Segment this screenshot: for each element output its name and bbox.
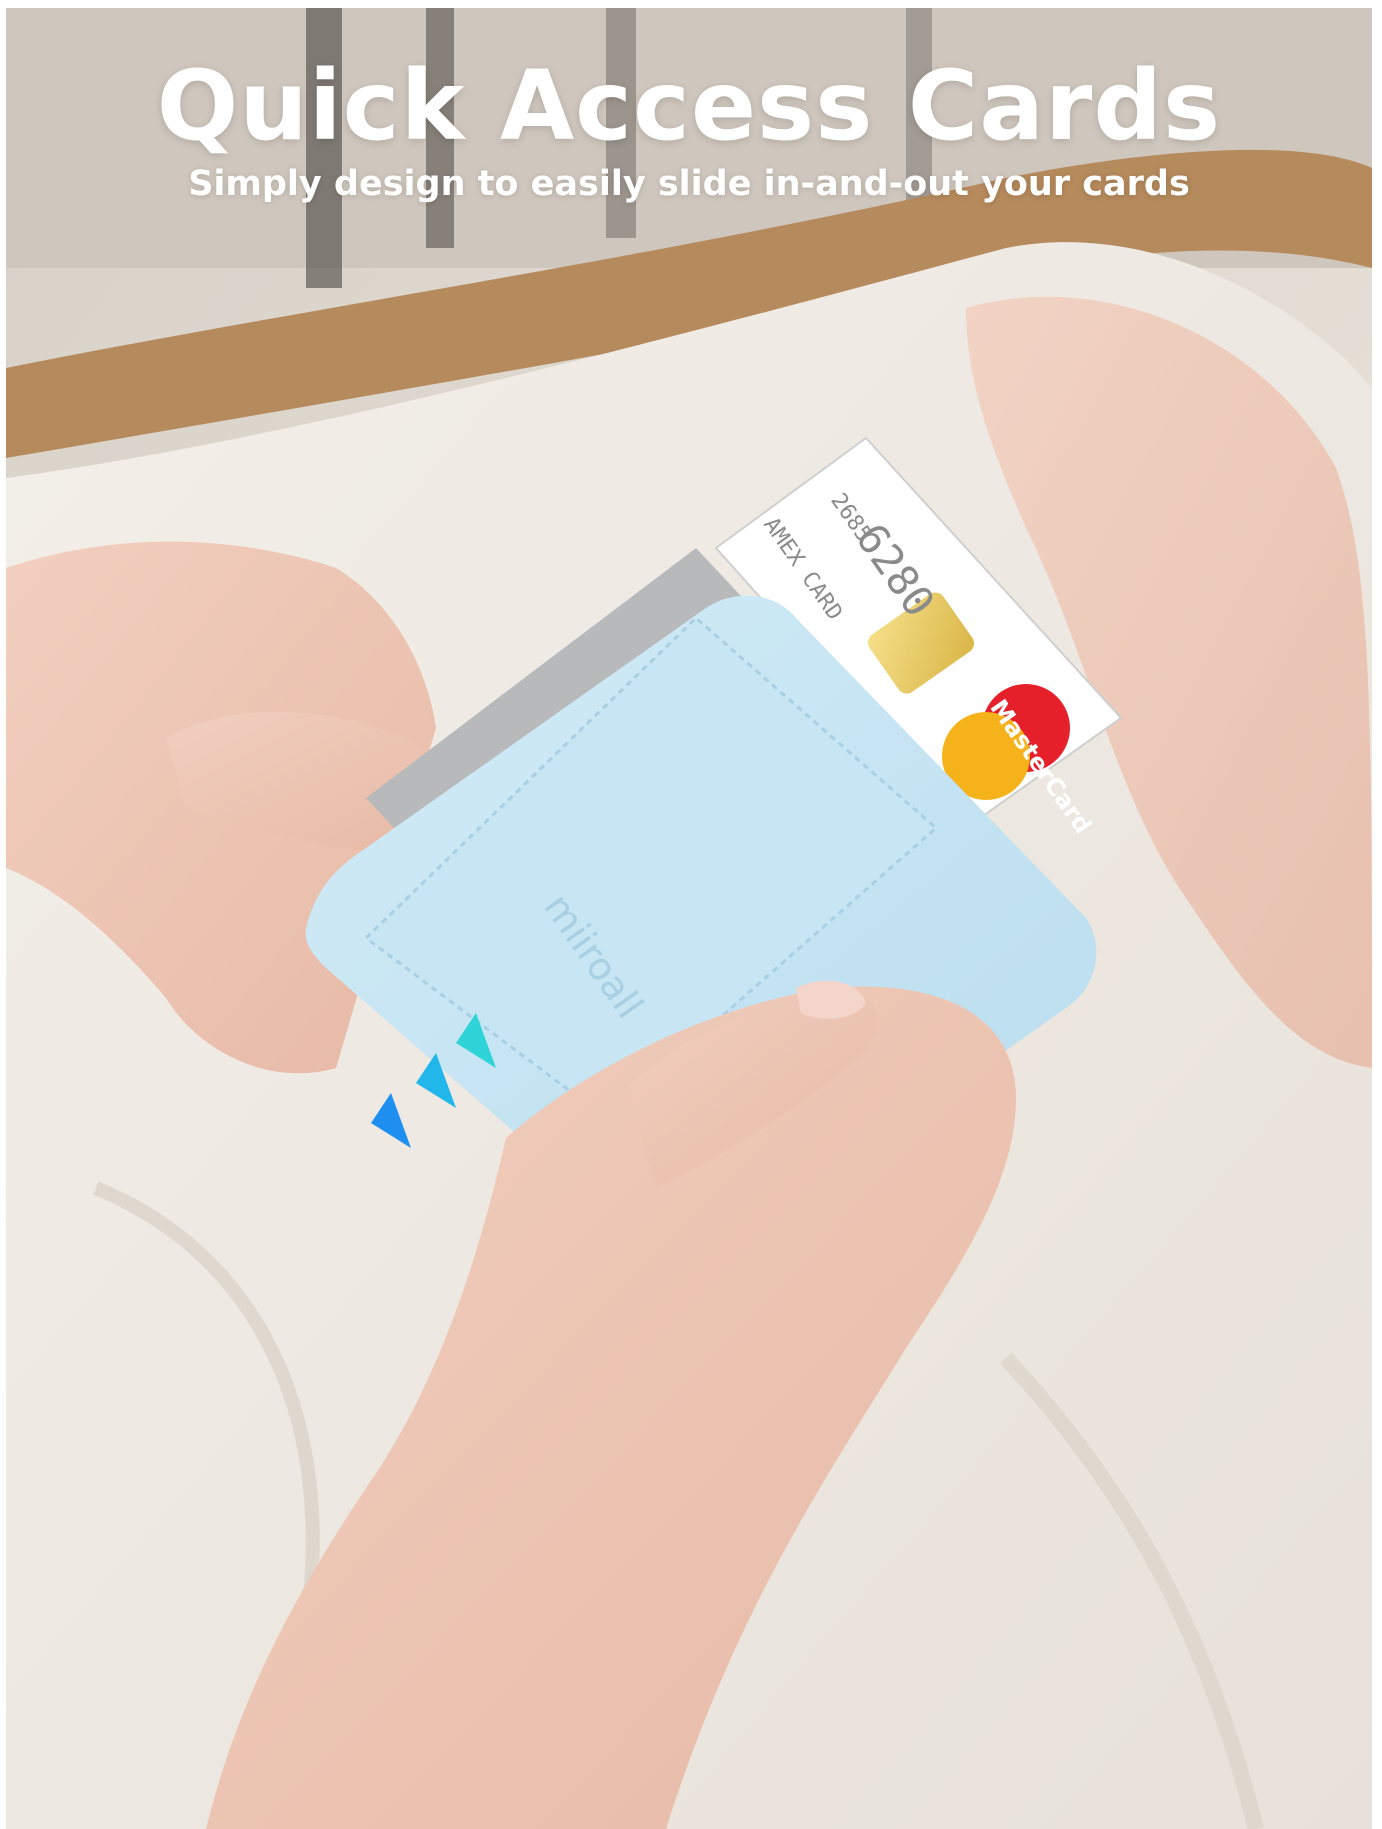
product-photo-scene: AMEX CARD 6280 2685 MasterCard miiroall (6, 8, 1372, 1829)
subheadline: Simply design to easily slide in-and-out… (188, 164, 1190, 204)
headline: Quick Access Cards (156, 50, 1222, 162)
product-image: AMEX CARD 6280 2685 MasterCard miiroall … (6, 8, 1372, 1829)
